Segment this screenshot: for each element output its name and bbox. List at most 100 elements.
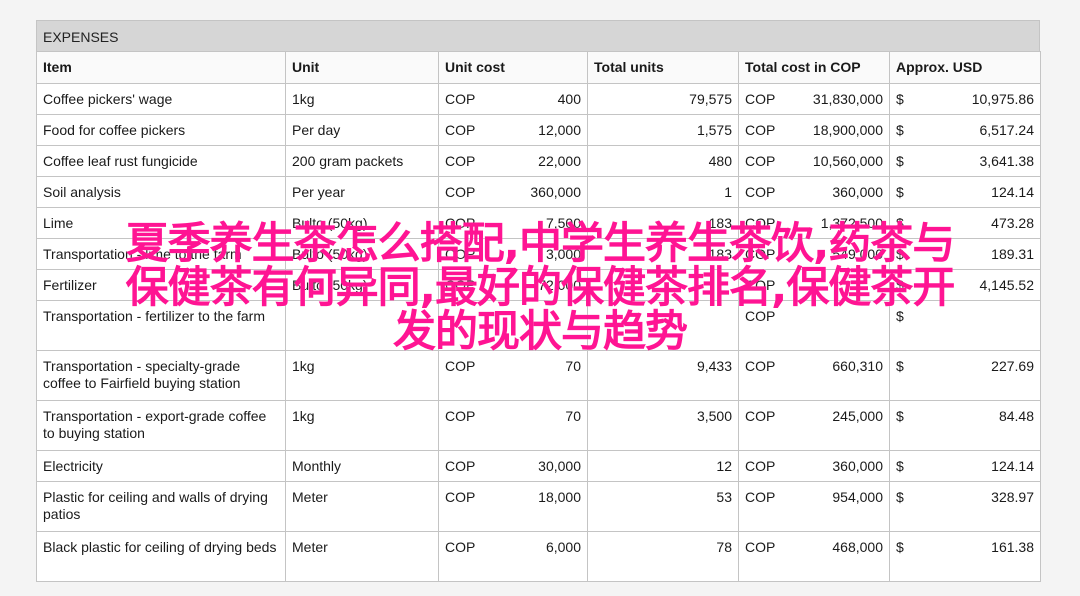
cell-item: Coffee pickers' wage [36, 83, 286, 115]
table-row: Food for coffee pickers Per day COP 12,000 1… [36, 114, 1041, 146]
cell-item: Fertilizer [36, 269, 286, 301]
column-header-usd: Approx. USD [889, 51, 1041, 84]
table-row: Lime Bulto (50kg) COP 7,500 183 COP 1,372,500 $… [36, 207, 1041, 239]
currency-label: COP [745, 91, 776, 107]
amount-value: 328.97 [991, 489, 1034, 505]
cell-total-cost: COP 468,000 [738, 531, 890, 582]
cell-total-cost: COP [738, 269, 890, 301]
currency-label: COP [445, 277, 476, 293]
cell-unit-cost: COP 30,000 [438, 450, 588, 482]
currency-label: COP [445, 246, 476, 262]
currency-label: COP [745, 215, 776, 231]
table-row: Black plastic for ceiling of drying beds… [36, 531, 1041, 582]
cell-total-cost: COP 18,900,000 [738, 114, 890, 146]
column-header-item: Item [36, 51, 286, 84]
cell-total-units: 183 [587, 207, 739, 239]
amount-value: 7,500 [545, 215, 581, 231]
cell-unit-cost [438, 300, 588, 351]
amount-value: 245,000 [832, 408, 883, 424]
cell-usd: $189.31 [889, 238, 1041, 270]
cell-usd: $ [889, 300, 1041, 351]
cell-unit: Meter [285, 481, 439, 532]
cell-total-units: 53 [587, 481, 739, 532]
table-row: Transportation - specialty-grade coffee … [36, 350, 1041, 401]
currency-label: COP [445, 215, 476, 231]
currency-label: COP [445, 91, 476, 107]
table-row: Fertilizer Bulto (50kg) COP 72,000 COP $4,145… [36, 269, 1041, 301]
table-row: Electricity Monthly COP 30,000 12 COP 360,000 $… [36, 450, 1041, 482]
cell-usd: $10,975.86 [889, 83, 1041, 115]
amount-value: 72,000 [538, 277, 581, 293]
table-row: Coffee pickers' wage 1kg COP 400 79,575 COP 31… [36, 83, 1041, 115]
table-row: Soil analysis Per year COP 360,000 1 COP 360,0… [36, 176, 1041, 208]
cell-total-units: 9,433 [587, 350, 739, 401]
amount-value: 189.31 [991, 246, 1034, 262]
currency-label: COP [445, 184, 476, 200]
amount-value: 31,830,000 [812, 91, 883, 107]
amount-value: 124.14 [991, 184, 1034, 200]
currency-label: $ [896, 539, 904, 555]
cell-item: Soil analysis [36, 176, 286, 208]
currency-label: COP [745, 308, 776, 324]
expenses-table: Item Unit Unit cost Total units Total co… [36, 51, 1041, 582]
table-row: Plastic for ceiling and walls of drying … [36, 481, 1041, 532]
column-header-total-units: Total units [587, 51, 739, 84]
cell-item: Transportation - lime to the farm [36, 238, 286, 270]
cell-item: Food for coffee pickers [36, 114, 286, 146]
cell-item: Transportation - fertilizer to the farm [36, 300, 286, 351]
currency-label: $ [896, 91, 904, 107]
cell-unit: Monthly [285, 450, 439, 482]
expenses-sheet: EXPENSES Item Unit Unit cost Total units… [36, 20, 1041, 582]
cell-total-units: 1,575 [587, 114, 739, 146]
amount-value: 360,000 [530, 184, 581, 200]
currency-label: COP [745, 184, 776, 200]
cell-total-units: 79,575 [587, 83, 739, 115]
cell-unit: Per year [285, 176, 439, 208]
cell-unit: 1kg [285, 350, 439, 401]
currency-label: COP [445, 408, 476, 424]
currency-label: $ [896, 489, 904, 505]
amount-value: 400 [557, 91, 581, 107]
cell-item: Transportation - specialty-grade coffee … [36, 350, 286, 401]
cell-unit-cost: COP 12,000 [438, 114, 588, 146]
cell-unit-cost: COP 3,000 [438, 238, 588, 270]
currency-label: $ [896, 408, 904, 424]
amount-value: 227.69 [991, 358, 1034, 374]
amount-value: 549,000 [832, 246, 883, 262]
cell-total-units [587, 269, 739, 301]
cell-usd: $161.38 [889, 531, 1041, 582]
currency-label: COP [745, 277, 776, 293]
currency-label: $ [896, 308, 904, 324]
amount-value: 6,000 [545, 539, 581, 555]
cell-usd: $3,641.38 [889, 145, 1041, 177]
currency-label: $ [896, 277, 904, 293]
table-row: Coffee leaf rust fungicide 200 gram packe… [36, 145, 1041, 177]
cell-total-units [587, 300, 739, 351]
cell-total-units: 12 [587, 450, 739, 482]
column-header-unit-cost: Unit cost [438, 51, 588, 84]
cell-unit: Per day [285, 114, 439, 146]
currency-label: COP [745, 489, 776, 505]
cell-item: Plastic for ceiling and walls of drying … [36, 481, 286, 532]
cell-unit-cost: COP 400 [438, 83, 588, 115]
amount-value: 10,560,000 [812, 153, 883, 169]
currency-label: $ [896, 246, 904, 262]
amount-value: 124.14 [991, 458, 1034, 474]
cell-usd: $328.97 [889, 481, 1041, 532]
cell-unit-cost: COP 18,000 [438, 481, 588, 532]
currency-label: COP [445, 539, 476, 555]
amount-value: 660,310 [832, 358, 883, 374]
amount-value: 6,517.24 [979, 122, 1035, 138]
amount-value: 954,000 [832, 489, 883, 505]
cell-usd: $4,145.52 [889, 269, 1041, 301]
cell-unit-cost: COP 72,000 [438, 269, 588, 301]
cell-unit-cost: COP 6,000 [438, 531, 588, 582]
amount-value: 30,000 [538, 458, 581, 474]
amount-value: 22,000 [538, 153, 581, 169]
cell-unit: 1kg [285, 400, 439, 451]
column-header-total-cost: Total cost in COP [738, 51, 890, 84]
cell-unit: Meter [285, 531, 439, 582]
amount-value: 18,900,000 [812, 122, 883, 138]
table-body: Coffee pickers' wage 1kg COP 400 79,575 COP 31… [36, 83, 1041, 582]
cell-total-cost: COP 360,000 [738, 450, 890, 482]
